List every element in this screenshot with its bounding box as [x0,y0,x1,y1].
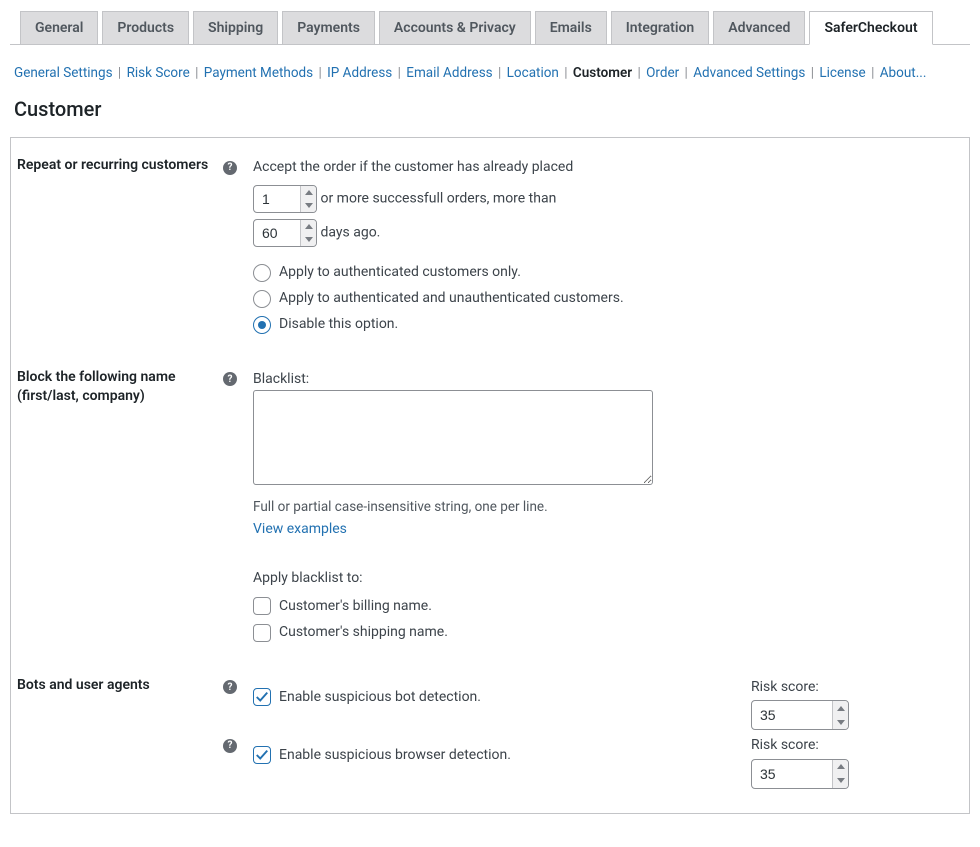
separator: | [635,65,646,81]
spinner-icon[interactable] [300,186,316,212]
tab-safercheckout[interactable]: SaferCheckout [809,11,932,45]
checkbox-browser-detection[interactable] [253,746,271,764]
help-icon[interactable]: ? [223,372,237,386]
subnav-payment-methods[interactable]: Payment Methods [204,65,313,81]
checkbox-shipping-name-label: Customer's shipping name. [279,621,448,643]
checkbox-billing-name-label: Customer's billing name. [279,595,432,617]
subnav-order[interactable]: Order [646,65,679,81]
view-examples-link[interactable]: View examples [253,521,347,537]
row-bots-user-agents: Bots and user agents ? Enable suspicious… [11,676,951,734]
separator: | [869,65,880,81]
row-browser-detection: ? Enable suspicious browser detection. R… [11,734,951,788]
label-repeat-customers: Repeat or recurring customers [17,156,213,175]
checkbox-bot-detection-label: Enable suspicious bot detection. [279,686,481,708]
risk-score-label: Risk score: [751,676,951,698]
subnav-risk-score[interactable]: Risk Score [127,65,190,81]
checkbox-shipping-name[interactable] [253,624,271,642]
separator: | [396,65,407,81]
separator: | [562,65,573,81]
tab-emails[interactable]: Emails [535,11,607,45]
subnav-license[interactable]: License [819,65,865,81]
radio-disable-option[interactable] [253,316,271,334]
radio-auth-only-label: Apply to authenticated customers only. [279,261,521,283]
tab-advanced[interactable]: Advanced [713,11,805,45]
row-block-name: Block the following name (first/last, co… [11,368,951,676]
subnav-customer[interactable]: Customer [573,65,632,81]
checkbox-browser-detection-label: Enable suspicious browser detection. [279,744,511,766]
separator: | [809,65,820,81]
spinner-icon[interactable] [832,701,848,729]
subnav-about[interactable]: About... [880,65,927,81]
separator: | [496,65,507,81]
tab-shipping[interactable]: Shipping [193,11,278,45]
repeat-text-1: Accept the order if the customer has alr… [253,156,951,178]
separator: | [316,65,327,81]
tab-accounts-privacy[interactable]: Accounts & Privacy [379,11,531,45]
blacklist-textarea[interactable] [253,390,653,485]
radio-auth-only[interactable] [253,264,271,282]
separator: | [193,65,204,81]
apply-blacklist-heading: Apply blacklist to: [253,567,951,589]
checkbox-bot-detection[interactable] [253,688,271,706]
tab-payments[interactable]: Payments [282,11,375,45]
tab-integration[interactable]: Integration [611,11,709,45]
label-block-name: Block the following name (first/last, co… [17,368,213,406]
spinner-icon[interactable] [300,220,316,246]
label-bots-user-agents: Bots and user agents [17,676,213,695]
help-icon[interactable]: ? [223,739,237,753]
blacklist-hint: Full or partial case-insensitive string,… [253,497,951,519]
row-repeat-customers: Repeat or recurring customers ? Accept t… [11,156,951,368]
subnav-general-settings[interactable]: General Settings [14,65,113,81]
radio-auth-and-unauth[interactable] [253,290,271,308]
risk-score-label: Risk score: [751,734,951,756]
subnav: General Settings | Risk Score | Payment … [10,45,970,97]
spinner-icon[interactable] [832,760,848,788]
top-tabs: General Products Shipping Payments Accou… [10,10,970,45]
help-icon[interactable]: ? [223,161,237,175]
separator: | [116,65,127,81]
section-title: Customer [14,97,970,121]
repeat-text-2: or more successfull orders, more than [320,190,556,206]
subnav-ip-address[interactable]: IP Address [327,65,392,81]
subnav-advanced-settings[interactable]: Advanced Settings [693,65,805,81]
repeat-text-3: days ago. [320,224,380,240]
tab-products[interactable]: Products [102,11,189,45]
tab-general[interactable]: General [20,11,98,45]
subnav-email-address[interactable]: Email Address [406,65,492,81]
blacklist-heading: Blacklist: [253,368,951,390]
separator: | [683,65,694,81]
subnav-location[interactable]: Location [507,65,559,81]
radio-disable-option-label: Disable this option. [279,313,398,335]
settings-panel: Repeat or recurring customers ? Accept t… [10,137,970,813]
radio-auth-and-unauth-label: Apply to authenticated and unauthenticat… [279,287,624,309]
checkbox-billing-name[interactable] [253,597,271,615]
help-icon[interactable]: ? [223,680,237,694]
